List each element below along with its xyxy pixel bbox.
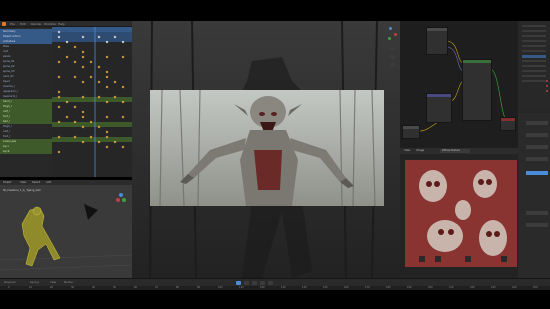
top-letterbox — [0, 0, 550, 21]
keyframe-marker[interactable] — [105, 70, 109, 73]
keyframe-marker[interactable] — [89, 135, 93, 138]
keyframe-marker[interactable] — [97, 80, 101, 83]
keyframe-marker[interactable] — [81, 110, 85, 113]
keyframe-marker[interactable] — [121, 40, 125, 43]
keyframe-marker[interactable] — [97, 125, 101, 128]
keyframe-marker[interactable] — [81, 125, 85, 128]
keyframe-marker[interactable] — [57, 45, 61, 48]
texture-node[interactable] — [426, 27, 448, 55]
material-output-node[interactable] — [500, 117, 516, 131]
keyframe-marker[interactable] — [97, 65, 101, 68]
keyframe-marker[interactable] — [57, 75, 61, 78]
keyframe-marker[interactable] — [57, 95, 61, 98]
keyframe-marker[interactable] — [121, 115, 125, 118]
keyframe-marker[interactable] — [121, 145, 125, 148]
keyframe-marker[interactable] — [65, 115, 69, 118]
image-editor-header: View Image Diffuse Texture — [400, 148, 518, 154]
keyframe-marker[interactable] — [121, 55, 125, 58]
image-menu-view[interactable]: View — [404, 148, 410, 154]
outliner-properties-rows — [518, 21, 550, 278]
keyframe-marker[interactable] — [57, 90, 61, 93]
gizmo-z-icon[interactable] — [389, 27, 392, 30]
viewport-3d-small[interactable]: Object View Select Add SK_Creature | 1_G… — [0, 180, 132, 278]
keyframe-marker[interactable] — [105, 85, 109, 88]
keyframe-marker[interactable] — [73, 75, 77, 78]
diffuse-texture-image — [405, 160, 517, 267]
keyframe-marker[interactable] — [81, 80, 85, 83]
keyframe-marker[interactable] — [57, 30, 61, 33]
channel-row[interactable]: Lip R — [0, 149, 52, 154]
keyframe-marker[interactable] — [81, 95, 85, 98]
jump-start-button[interactable] — [268, 281, 273, 285]
navigation-gizmo[interactable] — [386, 25, 400, 85]
keyframe-marker[interactable] — [81, 35, 85, 38]
texture-atlas — [405, 160, 517, 267]
channel-list[interactable]: Summary Object Action Armature Pose root pelv… — [0, 27, 52, 177]
image-selector[interactable]: Diffuse Texture — [440, 149, 470, 153]
keyframe-marker[interactable] — [97, 140, 101, 143]
keyframe-marker[interactable] — [97, 35, 101, 38]
bottom-letterbox — [0, 290, 550, 309]
timeline[interactable]: Playback Keying View Marker — [0, 278, 550, 286]
keyframe-marker[interactable] — [57, 150, 61, 153]
keyframe-marker[interactable] — [81, 140, 85, 143]
rendered-creature-image — [150, 90, 384, 206]
keyframe-marker[interactable] — [97, 95, 101, 98]
keyframe-marker[interactable] — [105, 130, 109, 133]
keyframe-marker[interactable] — [105, 55, 109, 58]
keyframe-marker[interactable] — [57, 105, 61, 108]
keyframe-marker[interactable] — [113, 35, 117, 38]
keyframe-marker[interactable] — [81, 55, 85, 58]
keyframe-marker[interactable] — [81, 50, 85, 53]
keyframe-marker[interactable] — [65, 100, 69, 103]
keyframe-marker[interactable] — [65, 55, 69, 58]
keyframe-marker[interactable] — [73, 45, 77, 48]
keyframe-marker[interactable] — [73, 135, 77, 138]
keyframe-marker[interactable] — [113, 80, 117, 83]
keyframe-marker[interactable] — [89, 120, 93, 123]
keyframe-marker[interactable] — [73, 60, 77, 63]
keyframe-marker[interactable] — [57, 135, 61, 138]
node-editor[interactable] — [400, 21, 518, 148]
camera-view-icon[interactable] — [390, 63, 395, 67]
normal-map-node[interactable] — [426, 93, 452, 123]
keyframe-marker[interactable] — [105, 40, 109, 43]
zoom-icon[interactable] — [390, 47, 395, 51]
uv-map-node[interactable] — [402, 125, 420, 139]
keyframe-marker[interactable] — [89, 60, 93, 63]
gizmo-x-icon[interactable] — [394, 33, 397, 36]
keyframe-marker[interactable] — [121, 85, 125, 88]
creature-wireframe-preview — [0, 193, 132, 271]
gizmo-y-icon[interactable] — [388, 37, 391, 40]
blender-logo-icon[interactable] — [2, 22, 6, 26]
keyframe-marker[interactable] — [105, 145, 109, 148]
keyframe-marker[interactable] — [105, 115, 109, 118]
principled-bsdf-node[interactable] — [462, 59, 492, 121]
keyframe-marker[interactable] — [89, 75, 93, 78]
keyframe-marker[interactable] — [105, 75, 109, 78]
keyframe-marker[interactable] — [57, 60, 61, 63]
keyframe-marker[interactable] — [65, 40, 69, 43]
keyframe-marker[interactable] — [81, 115, 85, 118]
properties-panel[interactable] — [518, 21, 550, 278]
keyframe-marker[interactable] — [105, 100, 109, 103]
step-back-button[interactable] — [244, 281, 249, 285]
step-forward-button[interactable] — [252, 281, 257, 285]
keyframe-marker[interactable] — [113, 95, 117, 98]
image-menu-image[interactable]: Image — [416, 148, 424, 154]
keyframe-marker[interactable] — [57, 120, 61, 123]
keyframe-area[interactable] — [52, 27, 132, 177]
keyframe-marker[interactable] — [73, 120, 77, 123]
keyframe-marker[interactable] — [57, 35, 61, 38]
keyframe-marker[interactable] — [105, 135, 109, 138]
keyframe-marker[interactable] — [81, 65, 85, 68]
keyframe-marker[interactable] — [121, 100, 125, 103]
keyframe-marker[interactable] — [113, 140, 117, 143]
pan-icon[interactable] — [390, 55, 395, 59]
creature-render — [150, 90, 384, 206]
keyframe-marker[interactable] — [73, 105, 77, 108]
